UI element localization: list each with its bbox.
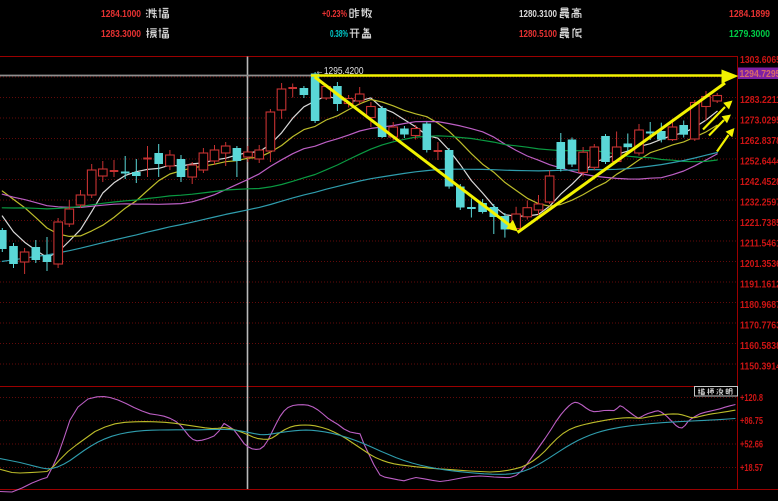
svg-text:+52.66: +52.66 bbox=[740, 439, 763, 451]
svg-text:+0.23%: +0.23% bbox=[322, 8, 347, 20]
svg-text:1279.3000: 1279.3000 bbox=[729, 28, 770, 40]
svg-text:1232.2597: 1232.2597 bbox=[740, 197, 778, 209]
svg-text:1191.1612: 1191.1612 bbox=[740, 279, 778, 291]
svg-text:1294.7295: 1294.7295 bbox=[740, 68, 778, 80]
svg-text:+86.75: +86.75 bbox=[740, 415, 763, 427]
svg-text:1180.9687: 1180.9687 bbox=[740, 299, 778, 311]
svg-text:1283.3000: 1283.3000 bbox=[101, 28, 141, 40]
svg-text:+18.57: +18.57 bbox=[740, 462, 763, 474]
svg-text:1303.6065: 1303.6065 bbox=[740, 54, 778, 66]
svg-text:1201.3536: 1201.3536 bbox=[740, 258, 778, 270]
svg-text:1211.5461: 1211.5461 bbox=[740, 238, 778, 250]
svg-text:1252.6444: 1252.6444 bbox=[740, 156, 778, 168]
svg-text:1221.7385: 1221.7385 bbox=[740, 217, 778, 229]
svg-text:1280.5100: 1280.5100 bbox=[519, 28, 557, 40]
svg-text:1284.1899: 1284.1899 bbox=[729, 8, 770, 20]
svg-text:1284.1000: 1284.1000 bbox=[101, 8, 141, 20]
svg-text:←1295.4200: ←1295.4200 bbox=[316, 65, 364, 77]
svg-text:1170.7763: 1170.7763 bbox=[740, 320, 778, 332]
svg-text:1273.0295: 1273.0295 bbox=[740, 115, 778, 127]
svg-text:+120.8: +120.8 bbox=[740, 392, 763, 404]
svg-text:1160.5838: 1160.5838 bbox=[740, 340, 778, 352]
svg-text:0.38%: 0.38% bbox=[330, 28, 348, 40]
svg-text:1262.8378: 1262.8378 bbox=[740, 135, 778, 147]
svg-text:1280.3100: 1280.3100 bbox=[519, 8, 557, 20]
svg-text:1150.3914: 1150.3914 bbox=[740, 361, 778, 373]
svg-text:1283.2211: 1283.2211 bbox=[740, 94, 778, 106]
svg-text:1242.4528: 1242.4528 bbox=[740, 176, 778, 188]
